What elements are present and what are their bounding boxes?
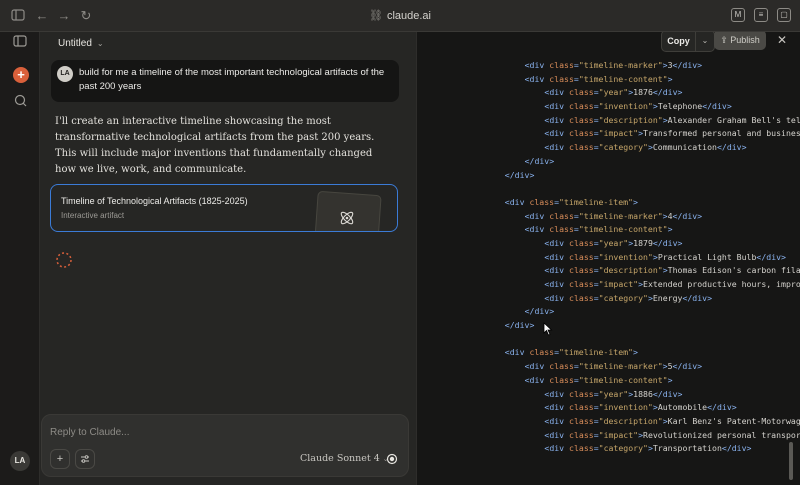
reply-composer: + Claude Sonnet 4⌄ [41,414,409,477]
copy-options-chevron-icon[interactable]: ⌄ [696,32,714,51]
code-line: <div class="timeline-marker">3</div> [524,60,703,70]
chat-title-dropdown[interactable]: Untitled ⌄ [58,36,104,52]
code-line: <div class="impact">Transformed personal… [544,128,800,139]
code-line: <div class="invention">Practical Light B… [544,251,786,262]
code-line: <div class="description">Karl Benz's Pat… [544,415,800,426]
user-avatar: LA [57,66,73,82]
code-line: <div class="timeline-content"> [524,73,673,84]
code-line: <div class="impact">Revolutionized perso… [544,429,800,440]
chats-icon[interactable] [13,94,29,110]
code-scrollbar[interactable] [789,442,793,480]
code-line: <div class="timeline-content"> [524,374,673,385]
url-text[interactable]: claude.ai [387,10,431,22]
reply-input[interactable] [50,423,380,441]
code-line: <div class="impact">Extended productive … [544,279,800,289]
model-name: Claude Sonnet 4 [300,453,380,464]
code-line: <div class="category">Communication</div… [544,142,747,153]
browser-toolbar: ← → ↻ ⛓ claude.ai M ≡ ▢ [0,0,800,32]
publish-button[interactable]: ⇪ Publish [714,32,766,50]
mouse-cursor-icon [543,322,553,336]
user-message: LA build for me a timeline of the most i… [51,60,399,102]
code-line: <div class="year">1886</div> [544,388,683,399]
publish-icon: ⇪ [720,35,728,45]
code-line: <div class="timeline-marker">4</div> [524,210,703,221]
code-line: </div> [504,320,535,331]
code-line: <div class="timeline-item"> [504,347,638,358]
reload-icon[interactable]: ↻ [78,8,94,24]
artifact-subtitle: Interactive artifact [61,211,125,220]
tools-button[interactable] [75,449,95,469]
code-line: <div class="timeline-content"> [524,224,673,235]
copy-button-group: Copy ⌄ [661,32,715,52]
code-line: <div class="description">Thomas Edison's… [544,265,800,276]
code-line: <div class="category">Energy</div> [544,292,713,303]
atom-icon [338,209,356,227]
user-message-text: build for me a timeline of the most impo… [79,67,385,92]
back-icon[interactable]: ← [34,8,50,24]
panel-toggle-icon[interactable] [12,34,28,50]
code-line: </div> [524,155,555,166]
chat-pane: Untitled ⌄ LA build for me a timeline of … [40,32,416,485]
add-attachment-button[interactable]: + [50,449,70,469]
code-line: <div class="timeline-item"> [504,196,638,207]
code-line: <div class="invention">Automobile</div> [544,402,737,413]
record-button[interactable] [382,449,402,469]
publish-label: Publish [730,35,760,45]
assistant-message-text: I'll create an interactive timeline show… [55,116,375,175]
code-line: <div class="category">Transportation</di… [544,443,752,454]
address-bar: ⛓ claude.ai [0,8,800,24]
copy-button[interactable]: Copy [662,32,696,51]
code-view[interactable]: <div class="timeline-marker">3</div> <div… [417,59,800,456]
code-line: <div class="year">1879</div> [544,237,683,248]
chat-title: Untitled [58,38,92,49]
code-line: <div class="description">Alexander Graha… [544,114,800,125]
artifact-card[interactable]: Timeline of Technological Artifacts (182… [50,184,398,232]
model-selector[interactable]: Claude Sonnet 4 ⌄ [300,452,389,466]
extension-icon[interactable]: M [731,8,745,22]
code-line: <div class="year">1876</div> [544,87,683,98]
reader-icon[interactable]: ≡ [754,8,768,22]
close-icon[interactable]: ✕ [774,32,790,50]
code-line: </div> [524,306,555,317]
tabs-icon[interactable]: ▢ [777,8,791,22]
link-icon: ⛓ [368,10,383,22]
avatar[interactable]: LA [10,451,30,471]
code-line: <div class="invention">Telephone</div> [544,101,732,112]
chevron-down-icon: ⌄ [96,39,104,48]
new-chat-button[interactable]: + [13,67,29,83]
loading-spinner-icon [55,251,73,269]
code-line: </div> [504,169,535,180]
sidebar-toggle-icon[interactable] [10,8,26,24]
forward-icon[interactable]: → [56,8,72,24]
artifact-code-pane: Copy ⌄ ⇪ Publish ✕ <div class="timeline-… [416,32,800,485]
code-line: <div class="timeline-marker">5</div> [524,361,703,372]
artifact-title: Timeline of Technological Artifacts (182… [61,196,248,206]
